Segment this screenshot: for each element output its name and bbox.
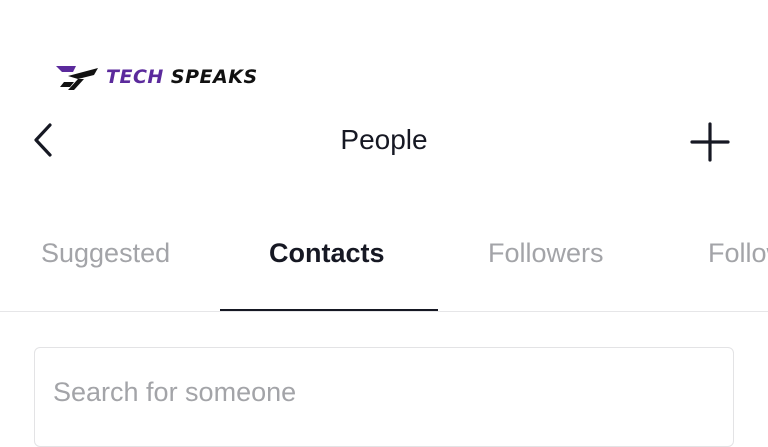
page-title: People <box>340 124 428 155</box>
tab-followers-label: Followers <box>488 238 604 268</box>
tech-speaks-logo-icon <box>56 66 98 90</box>
people-tabs: Suggested Contacts Followers Following <box>0 220 768 312</box>
top-nav-bar: People <box>0 110 768 170</box>
brand-logo: TECH SPEAKS <box>54 62 258 92</box>
tab-suggested[interactable]: Suggested <box>0 220 218 312</box>
tab-contacts-label: Contacts <box>269 238 385 268</box>
tab-followers[interactable]: Followers <box>440 220 658 312</box>
tab-contacts[interactable]: Contacts <box>220 220 438 312</box>
brand-logo-word-speaks: SPEAKS <box>170 65 258 88</box>
tab-following-label: Following <box>708 238 768 268</box>
tabs-divider <box>0 311 768 312</box>
search-box <box>34 347 734 447</box>
brand-logo-word-tech: TECH <box>106 65 164 88</box>
tab-suggested-label: Suggested <box>41 238 171 268</box>
tab-following[interactable]: Following <box>660 220 768 312</box>
add-friend-button[interactable] <box>686 118 734 166</box>
plus-icon <box>690 122 730 162</box>
search-input[interactable] <box>53 374 693 410</box>
brand-logo-text: TECH SPEAKS <box>106 65 258 88</box>
